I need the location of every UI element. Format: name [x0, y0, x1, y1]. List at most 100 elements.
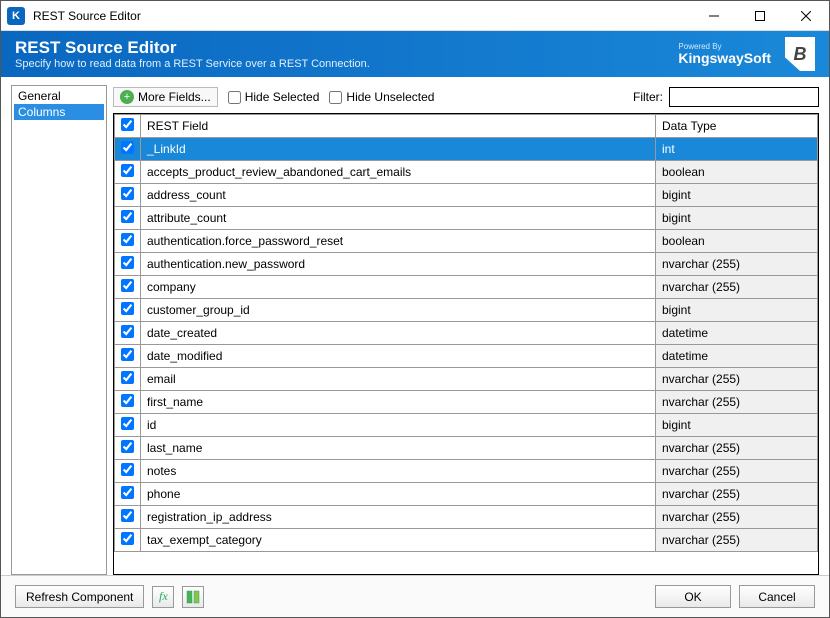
- row-checkbox[interactable]: [121, 233, 134, 246]
- hide-unselected-input[interactable]: [329, 91, 342, 104]
- row-type-cell[interactable]: nvarchar (255): [656, 253, 818, 276]
- row-field-cell[interactable]: attribute_count: [141, 207, 656, 230]
- table-row[interactable]: emailnvarchar (255): [115, 368, 818, 391]
- row-checkbox[interactable]: [121, 463, 134, 476]
- row-field-cell[interactable]: email: [141, 368, 656, 391]
- row-type-cell[interactable]: nvarchar (255): [656, 483, 818, 506]
- row-checkbox[interactable]: [121, 279, 134, 292]
- row-checkbox[interactable]: [121, 164, 134, 177]
- row-checkbox[interactable]: [121, 141, 134, 154]
- table-row[interactable]: customer_group_idbigint: [115, 299, 818, 322]
- header-field[interactable]: REST Field: [141, 115, 656, 138]
- row-checkbox-cell[interactable]: [115, 506, 141, 529]
- row-checkbox[interactable]: [121, 486, 134, 499]
- row-checkbox-cell[interactable]: [115, 230, 141, 253]
- row-checkbox-cell[interactable]: [115, 276, 141, 299]
- row-type-cell[interactable]: nvarchar (255): [656, 391, 818, 414]
- table-row[interactable]: date_modifieddatetime: [115, 345, 818, 368]
- row-checkbox-cell[interactable]: [115, 253, 141, 276]
- close-button[interactable]: [783, 1, 829, 31]
- row-checkbox-cell[interactable]: [115, 437, 141, 460]
- columns-button[interactable]: [182, 586, 204, 608]
- hide-unselected-checkbox[interactable]: Hide Unselected: [329, 90, 434, 104]
- row-field-cell[interactable]: date_modified: [141, 345, 656, 368]
- row-type-cell[interactable]: nvarchar (255): [656, 368, 818, 391]
- row-checkbox[interactable]: [121, 256, 134, 269]
- row-checkbox[interactable]: [121, 417, 134, 430]
- row-type-cell[interactable]: int: [656, 138, 818, 161]
- table-row[interactable]: idbigint: [115, 414, 818, 437]
- row-checkbox-cell[interactable]: [115, 322, 141, 345]
- maximize-button[interactable]: [737, 1, 783, 31]
- sidebar-item-columns[interactable]: Columns: [14, 104, 104, 120]
- table-row[interactable]: phonenvarchar (255): [115, 483, 818, 506]
- row-field-cell[interactable]: accepts_product_review_abandoned_cart_em…: [141, 161, 656, 184]
- row-checkbox-cell[interactable]: [115, 345, 141, 368]
- row-type-cell[interactable]: boolean: [656, 161, 818, 184]
- table-row[interactable]: date_createddatetime: [115, 322, 818, 345]
- row-type-cell[interactable]: datetime: [656, 345, 818, 368]
- hide-selected-input[interactable]: [228, 91, 241, 104]
- row-checkbox-cell[interactable]: [115, 529, 141, 552]
- table-row[interactable]: authentication.force_password_resetboole…: [115, 230, 818, 253]
- row-field-cell[interactable]: id: [141, 414, 656, 437]
- table-row[interactable]: last_namenvarchar (255): [115, 437, 818, 460]
- row-checkbox-cell[interactable]: [115, 414, 141, 437]
- row-checkbox[interactable]: [121, 371, 134, 384]
- row-type-cell[interactable]: bigint: [656, 207, 818, 230]
- row-field-cell[interactable]: tax_exempt_category: [141, 529, 656, 552]
- row-type-cell[interactable]: bigint: [656, 184, 818, 207]
- row-checkbox[interactable]: [121, 348, 134, 361]
- header-checkbox-cell[interactable]: [115, 115, 141, 138]
- row-type-cell[interactable]: nvarchar (255): [656, 529, 818, 552]
- row-type-cell[interactable]: bigint: [656, 299, 818, 322]
- row-checkbox-cell[interactable]: [115, 138, 141, 161]
- row-checkbox[interactable]: [121, 394, 134, 407]
- table-row[interactable]: notesnvarchar (255): [115, 460, 818, 483]
- row-type-cell[interactable]: boolean: [656, 230, 818, 253]
- row-checkbox-cell[interactable]: [115, 368, 141, 391]
- minimize-button[interactable]: [691, 1, 737, 31]
- row-field-cell[interactable]: authentication.force_password_reset: [141, 230, 656, 253]
- ok-button[interactable]: OK: [655, 585, 731, 608]
- row-field-cell[interactable]: authentication.new_password: [141, 253, 656, 276]
- row-field-cell[interactable]: last_name: [141, 437, 656, 460]
- table-row[interactable]: first_namenvarchar (255): [115, 391, 818, 414]
- row-field-cell[interactable]: _LinkId: [141, 138, 656, 161]
- row-field-cell[interactable]: phone: [141, 483, 656, 506]
- table-row[interactable]: tax_exempt_categorynvarchar (255): [115, 529, 818, 552]
- row-checkbox[interactable]: [121, 210, 134, 223]
- select-all-checkbox[interactable]: [121, 118, 134, 131]
- row-field-cell[interactable]: first_name: [141, 391, 656, 414]
- row-checkbox-cell[interactable]: [115, 184, 141, 207]
- filter-input[interactable]: [669, 87, 819, 107]
- more-fields-button[interactable]: + More Fields...: [113, 87, 218, 107]
- row-field-cell[interactable]: date_created: [141, 322, 656, 345]
- row-checkbox[interactable]: [121, 532, 134, 545]
- row-checkbox-cell[interactable]: [115, 391, 141, 414]
- row-type-cell[interactable]: nvarchar (255): [656, 437, 818, 460]
- hide-selected-checkbox[interactable]: Hide Selected: [228, 90, 320, 104]
- table-row[interactable]: attribute_countbigint: [115, 207, 818, 230]
- row-checkbox-cell[interactable]: [115, 299, 141, 322]
- row-checkbox[interactable]: [121, 440, 134, 453]
- table-row[interactable]: authentication.new_passwordnvarchar (255…: [115, 253, 818, 276]
- row-field-cell[interactable]: company: [141, 276, 656, 299]
- row-field-cell[interactable]: address_count: [141, 184, 656, 207]
- table-row[interactable]: registration_ip_addressnvarchar (255): [115, 506, 818, 529]
- table-row[interactable]: companynvarchar (255): [115, 276, 818, 299]
- row-checkbox[interactable]: [121, 187, 134, 200]
- refresh-component-button[interactable]: Refresh Component: [15, 585, 144, 608]
- expression-button[interactable]: fx: [152, 586, 174, 608]
- row-type-cell[interactable]: nvarchar (255): [656, 276, 818, 299]
- row-checkbox-cell[interactable]: [115, 483, 141, 506]
- table-row[interactable]: accepts_product_review_abandoned_cart_em…: [115, 161, 818, 184]
- cancel-button[interactable]: Cancel: [739, 585, 815, 608]
- row-checkbox[interactable]: [121, 302, 134, 315]
- sidebar-item-general[interactable]: General: [14, 88, 104, 104]
- row-type-cell[interactable]: nvarchar (255): [656, 460, 818, 483]
- row-checkbox-cell[interactable]: [115, 207, 141, 230]
- row-type-cell[interactable]: bigint: [656, 414, 818, 437]
- row-checkbox[interactable]: [121, 509, 134, 522]
- row-field-cell[interactable]: customer_group_id: [141, 299, 656, 322]
